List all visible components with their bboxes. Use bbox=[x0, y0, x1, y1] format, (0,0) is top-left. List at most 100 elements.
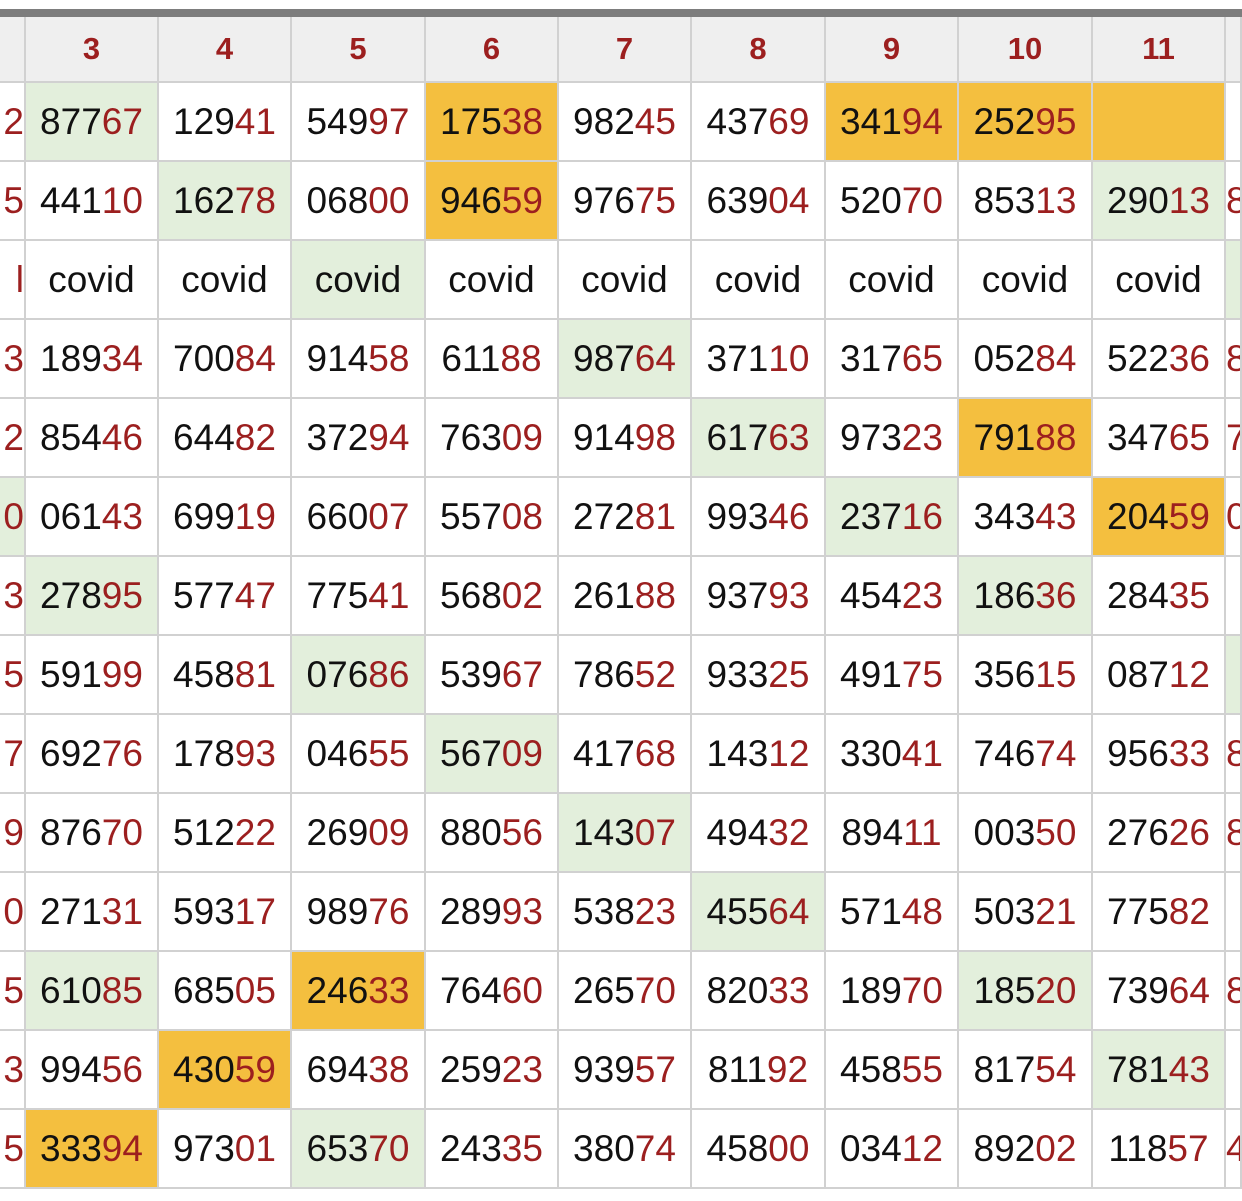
number-last-two-digits: 15 bbox=[1035, 653, 1077, 695]
number-prefix: 786 bbox=[573, 653, 635, 695]
number-prefix: 876 bbox=[40, 811, 102, 853]
number-last-two-digits: 70 bbox=[101, 811, 143, 853]
number-prefix: 764 bbox=[440, 969, 502, 1011]
number-last-two-digits: 64 bbox=[634, 337, 676, 379]
table-cell: 973 01 bbox=[159, 1110, 292, 1189]
table-cell: 591 99 bbox=[26, 636, 159, 715]
table-cell: 557 08 bbox=[426, 478, 559, 557]
table-cell: 639 04 bbox=[692, 162, 826, 241]
table-cell: 781 43 bbox=[1093, 1031, 1226, 1110]
table-cell: 539 67 bbox=[426, 636, 559, 715]
table-cell: 237 16 bbox=[826, 478, 959, 557]
number-prefix: 118 bbox=[1108, 1127, 1168, 1169]
number-prefix: 817 bbox=[973, 1048, 1036, 1090]
table-cell: 692 76 bbox=[26, 715, 159, 794]
number-last-two-digits: 23 bbox=[901, 574, 943, 616]
number-last-two-digits: 57 bbox=[1167, 1127, 1209, 1169]
table-cell: 994 56 bbox=[26, 1031, 159, 1110]
number-prefix: 692 bbox=[40, 732, 102, 774]
number-last-two-digits: 55 bbox=[368, 732, 410, 774]
table-cell: 764 60 bbox=[426, 952, 559, 1031]
table-cell bbox=[1226, 557, 1242, 636]
number-last-two-digits: 92 bbox=[766, 1048, 809, 1090]
number-last-two-digits: 41 bbox=[234, 100, 276, 142]
number-last-two-digits: 33 bbox=[768, 969, 810, 1011]
table-cell: 380 74 bbox=[559, 1110, 692, 1189]
table-cell: covid bbox=[426, 241, 559, 320]
number-last-two-digits: 93 bbox=[234, 732, 276, 774]
number-last-two-digits: 13 bbox=[1035, 179, 1077, 221]
table-cell: 503 21 bbox=[959, 873, 1093, 952]
number-last-two-digits: 36 bbox=[1035, 574, 1077, 616]
table-cell: 610 85 bbox=[26, 952, 159, 1031]
number-last-two-digits: 94 bbox=[901, 100, 943, 142]
number-prefix: 877 bbox=[40, 100, 102, 142]
number-last-two-digits: 07 bbox=[368, 495, 410, 537]
column-header: 6 bbox=[426, 17, 559, 83]
table-cell: 189 34 bbox=[26, 320, 159, 399]
table-cell: 699 19 bbox=[159, 478, 292, 557]
number-last-two-digits: 56 bbox=[101, 1048, 143, 1090]
table-cell: 0 bbox=[0, 873, 26, 952]
table-cell: 0 bbox=[0, 478, 26, 557]
number-prefix: 243 bbox=[440, 1127, 502, 1169]
number-prefix: 538 bbox=[573, 890, 635, 932]
number-last-two-digits: 05 bbox=[234, 969, 276, 1011]
table-cell: 8 bbox=[1226, 952, 1242, 1031]
number-prefix: 271 bbox=[40, 890, 102, 932]
number-prefix: 660 bbox=[306, 495, 369, 537]
table-cell: 2 bbox=[0, 83, 26, 162]
table-cell: 8 bbox=[1226, 794, 1242, 873]
number-prefix: 143 bbox=[573, 811, 635, 853]
table-cell: 973 23 bbox=[826, 399, 959, 478]
number-last-two-digits: 33 bbox=[1168, 732, 1210, 774]
table-cell: 417 68 bbox=[559, 715, 692, 794]
number-last-two-digits: 35 bbox=[1168, 574, 1210, 616]
number-prefix: 189 bbox=[40, 337, 102, 379]
table-cell: covid bbox=[1093, 241, 1226, 320]
table-cell: 7 bbox=[1226, 399, 1242, 478]
number-prefix: 189 bbox=[840, 969, 902, 1011]
number-last-two-digits: 68 bbox=[634, 732, 676, 774]
number-prefix: 430 bbox=[173, 1048, 235, 1090]
table-cell: 8 bbox=[1226, 715, 1242, 794]
number-prefix: 261 bbox=[573, 574, 635, 616]
table-cell: 118 57 bbox=[1093, 1110, 1226, 1189]
number-last-two-digits: 47 bbox=[234, 574, 276, 616]
table-cell: 876 70 bbox=[26, 794, 159, 873]
number-prefix: 494 bbox=[706, 811, 769, 853]
number-prefix: 956 bbox=[1107, 732, 1169, 774]
table-cell: 593 17 bbox=[159, 873, 292, 952]
number-prefix: 820 bbox=[706, 969, 769, 1011]
number-last-two-digits: 93 bbox=[768, 574, 810, 616]
table-cell: 739 64 bbox=[1093, 952, 1226, 1031]
number-last-two-digits: 11 bbox=[903, 811, 942, 853]
number-prefix: 317 bbox=[840, 337, 902, 379]
number-prefix: 644 bbox=[173, 416, 235, 458]
number-last-two-digits: 46 bbox=[768, 495, 810, 537]
number-last-two-digits: 33 bbox=[368, 969, 410, 1011]
table-cell: 259 23 bbox=[426, 1031, 559, 1110]
number-last-two-digits: 34 bbox=[101, 337, 143, 379]
column-header bbox=[1226, 17, 1242, 83]
table-cell: 343 43 bbox=[959, 478, 1093, 557]
number-prefix: 259 bbox=[440, 1048, 502, 1090]
number-last-two-digits: 57 bbox=[634, 1048, 676, 1090]
number-last-two-digits: 70 bbox=[901, 179, 943, 221]
table-cell: 271 31 bbox=[26, 873, 159, 952]
table-cell: 458 55 bbox=[826, 1031, 959, 1110]
table-cell: 437 69 bbox=[692, 83, 826, 162]
table-cell: 178 93 bbox=[159, 715, 292, 794]
table-cell: 786 52 bbox=[559, 636, 692, 715]
number-last-two-digits: 12 bbox=[768, 732, 810, 774]
number-prefix: 763 bbox=[440, 416, 502, 458]
number-prefix: 739 bbox=[1107, 969, 1169, 1011]
number-prefix: 068 bbox=[306, 179, 369, 221]
number-last-two-digits: 48 bbox=[901, 890, 943, 932]
table-cell: 820 33 bbox=[692, 952, 826, 1031]
number-last-two-digits: 02 bbox=[501, 574, 543, 616]
table-cell: 611 88 bbox=[426, 320, 559, 399]
number-prefix: 914 bbox=[573, 416, 635, 458]
number-last-two-digits: 76 bbox=[101, 732, 143, 774]
number-prefix: 700 bbox=[173, 337, 235, 379]
